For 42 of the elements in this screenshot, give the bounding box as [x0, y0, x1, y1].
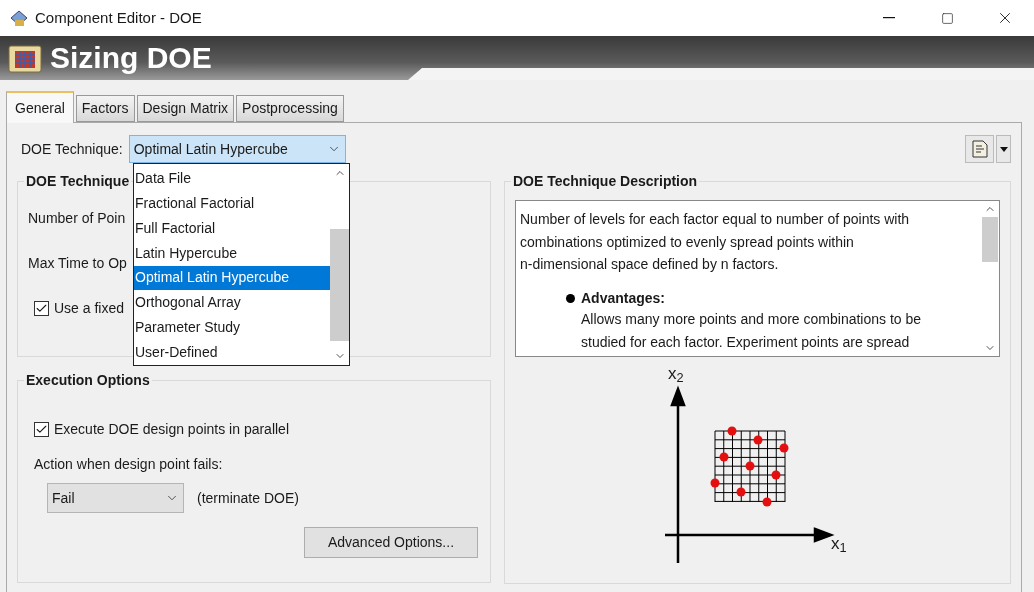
- maximize-icon: [940, 11, 954, 25]
- tab[interactable]: Design Matrix: [136, 95, 235, 122]
- menu-dropdown-button[interactable]: [996, 135, 1011, 163]
- bullet-icon: [566, 293, 575, 303]
- tab[interactable]: Postprocessing: [236, 95, 344, 122]
- minimize-icon: [883, 17, 895, 19]
- group-title: Execution Options: [24, 371, 152, 389]
- caret-icon: [999, 146, 1008, 152]
- dropdown-option[interactable]: Parameter Study: [134, 315, 330, 341]
- dropdown-option[interactable]: Latin Hypercube: [134, 240, 330, 266]
- technique-dropdown[interactable]: Optimal Latin Hypercube: [128, 135, 346, 163]
- advanced-options-button[interactable]: Advanced Options...: [304, 527, 478, 558]
- field-label: Action when design point fails:: [34, 455, 224, 474]
- dropdown-option[interactable]: Optimal Latin Hypercube: [134, 265, 330, 291]
- document-icon: [971, 140, 988, 158]
- checkbox-label: Use a fixed: [54, 299, 125, 318]
- field-label: DOE Technique:: [21, 139, 123, 159]
- tab[interactable]: Factors: [75, 95, 135, 122]
- fail-dropdown[interactable]: Fail: [47, 483, 184, 513]
- group-title: DOE Technique Description: [511, 172, 700, 190]
- banner-title: Sizing DOE: [50, 43, 212, 73]
- grid-icon: [8, 43, 42, 73]
- field-label: Max Time to Op: [28, 254, 127, 273]
- app-icon: [9, 8, 29, 28]
- checkbox-label: Execute DOE design points in parallel: [54, 420, 290, 439]
- axis-label: x$_{2}$: [668, 363, 684, 387]
- group-title: DOE Technique: [24, 172, 132, 190]
- dropdown-option[interactable]: Full Factorial: [134, 215, 330, 241]
- dropdown-option[interactable]: Data File: [134, 166, 330, 191]
- window-title: Component Editor - DOE: [35, 7, 202, 28]
- dropdown-option[interactable]: Orthogonal Array: [134, 290, 330, 316]
- bullet-text: Allows many more points and more combinations to be studied for each factor. Experiment points are spread: [581, 309, 922, 352]
- dropdown-option[interactable]: User-Defined: [134, 340, 330, 365]
- bullet-title: Advantages:: [581, 288, 667, 308]
- field-label: Number of Poin: [28, 209, 126, 228]
- field-note: (terminate DOE): [197, 488, 299, 508]
- axis-label: x$_{1}$: [831, 533, 847, 557]
- checkbox[interactable]: [34, 422, 49, 437]
- tab[interactable]: General: [6, 91, 74, 123]
- dropdown-option[interactable]: Fractional Factorial: [134, 190, 330, 216]
- description-text: Number of levels for each factor equal to number of points with combinations optimized to evenly spread points within n-dimensional space defined by n factors.: [520, 210, 911, 274]
- checkbox[interactable]: [34, 301, 49, 316]
